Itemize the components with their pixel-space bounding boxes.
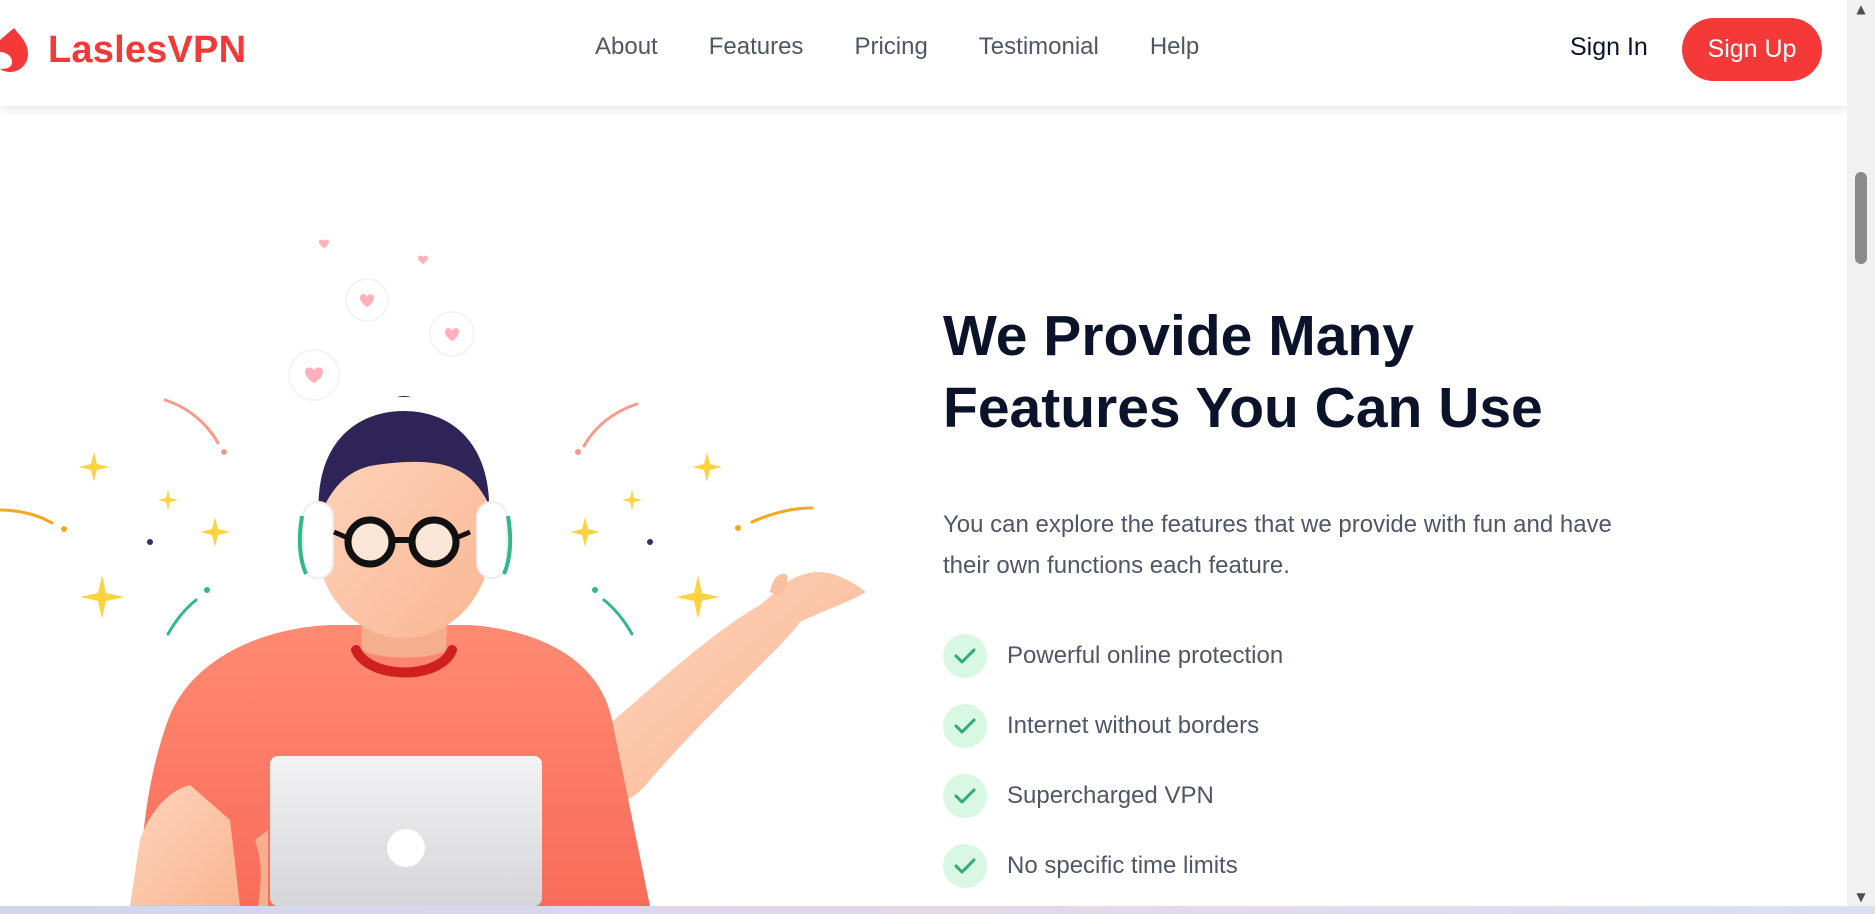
feature-label: No specific time limits: [1007, 852, 1238, 879]
logo-icon: [0, 22, 38, 79]
feature-item: Supercharged VPN: [943, 774, 1643, 818]
feature-item: Internet without borders: [943, 704, 1643, 748]
nav-link-help[interactable]: Help: [1150, 33, 1199, 61]
check-icon: [943, 704, 987, 748]
check-icon: [943, 844, 987, 888]
feature-label: Internet without borders: [1007, 712, 1260, 739]
nav-link-about[interactable]: About: [595, 33, 658, 61]
feature-item: No specific time limits: [943, 844, 1643, 888]
scroll-up-arrow-icon[interactable]: ▲: [1853, 2, 1869, 16]
scroll-down-arrow-icon[interactable]: ▼: [1853, 890, 1869, 904]
navbar: LaslesVPN About Features Pricing Testimo…: [0, 0, 1847, 106]
scroll-thumb[interactable]: [1855, 172, 1867, 264]
brand-name: LaslesVPN: [48, 28, 247, 71]
vertical-scrollbar[interactable]: ▲ ▼: [1847, 0, 1875, 906]
section-heading: We Provide Many Features You Can Use: [943, 304, 1543, 440]
feature-item: Powerful online protection: [943, 634, 1643, 678]
check-icon: [943, 634, 987, 678]
nav-link-testimonial[interactable]: Testimonial: [979, 33, 1099, 61]
feature-list: Powerful online protection Internet with…: [943, 634, 1643, 888]
sign-in-link[interactable]: Sign In: [1570, 33, 1648, 62]
nav-link-features[interactable]: Features: [709, 33, 804, 61]
nav-link-pricing[interactable]: Pricing: [854, 33, 927, 61]
window-bottom-edge: [0, 906, 1875, 914]
sign-up-button[interactable]: Sign Up: [1682, 18, 1822, 81]
feature-label: Powerful online protection: [1007, 642, 1284, 669]
section-description: You can explore the features that we pro…: [943, 511, 1612, 579]
hero-illustration: [0, 220, 880, 906]
features-section: We Provide Many Features You Can Use You…: [943, 300, 1643, 914]
logo[interactable]: LaslesVPN: [0, 24, 246, 76]
check-icon: [943, 774, 987, 818]
feature-label: Supercharged VPN: [1007, 782, 1214, 809]
nav-links: About Features Pricing Testimonial Help: [595, 33, 1250, 61]
